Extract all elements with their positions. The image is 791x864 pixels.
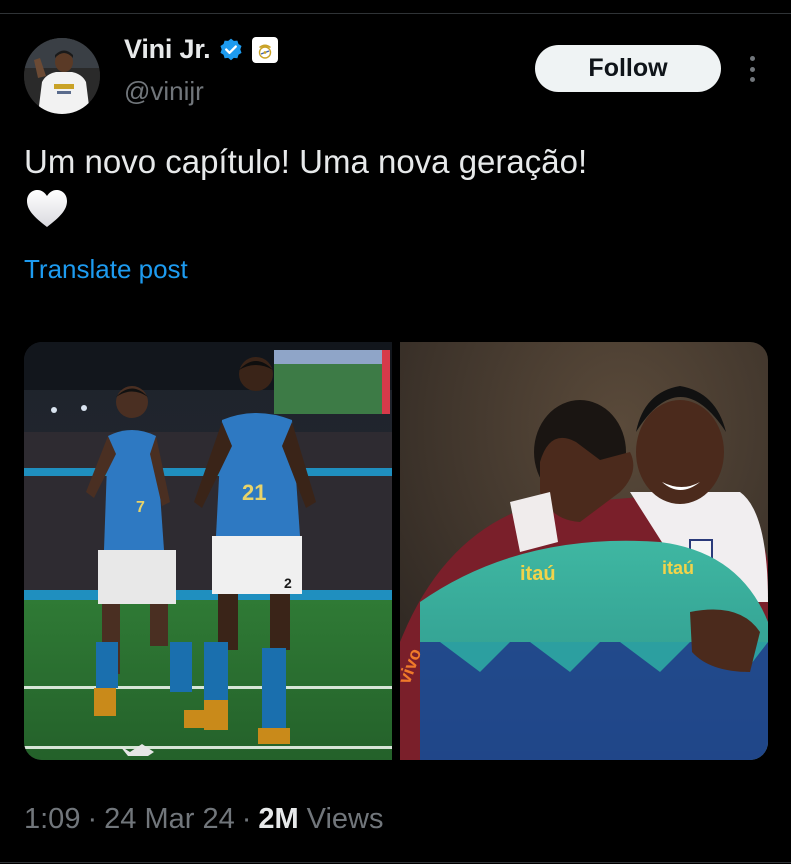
author-display-name[interactable]: Vini Jr. xyxy=(124,34,211,65)
photo-left-image: 7 21 2 xyxy=(24,342,392,760)
verified-badge-icon xyxy=(220,38,242,60)
post-text: Um novo capítulo! Uma nova geração! xyxy=(24,143,588,180)
meta-separator: · xyxy=(87,803,98,835)
photo-players-embracing[interactable]: itaú itaú vivo xyxy=(400,342,768,760)
photo-brazil-players-celebrating[interactable]: 7 21 2 xyxy=(24,342,392,760)
svg-text:21: 21 xyxy=(242,480,266,505)
svg-text:7: 7 xyxy=(136,499,145,516)
views-count[interactable]: 2M xyxy=(258,803,298,836)
follow-button[interactable]: Follow xyxy=(535,45,721,92)
svg-text:2: 2 xyxy=(284,575,292,591)
bottom-divider xyxy=(0,862,791,863)
more-options-icon[interactable] xyxy=(742,52,762,86)
avatar[interactable] xyxy=(24,38,100,114)
post-time[interactable]: 1:09 xyxy=(24,803,80,836)
svg-text:itaú: itaú xyxy=(662,558,694,578)
tweet-page: Vini Jr. @vinijr Follow Um novo capítulo… xyxy=(0,0,791,864)
white-heart-icon xyxy=(27,190,67,227)
post-date[interactable]: 24 Mar 24 xyxy=(104,803,235,836)
post-meta-row: 1:09 · 24 Mar 24 · 2M Views xyxy=(24,803,384,836)
media-grid: 7 21 2 itaú itaú vivo xyxy=(24,342,768,760)
svg-text:itaú: itaú xyxy=(520,563,556,585)
top-divider xyxy=(0,13,791,14)
views-label: Views xyxy=(306,803,384,835)
avatar-image xyxy=(24,38,100,114)
real-madrid-crest-icon[interactable] xyxy=(252,36,279,63)
photo-right-image: itaú itaú vivo xyxy=(400,342,768,760)
translate-post-link[interactable]: Translate post xyxy=(24,254,188,285)
author-handle[interactable]: @vinijr xyxy=(124,76,204,107)
author-name-row: Vini Jr. xyxy=(124,34,279,65)
meta-separator: · xyxy=(241,803,252,835)
